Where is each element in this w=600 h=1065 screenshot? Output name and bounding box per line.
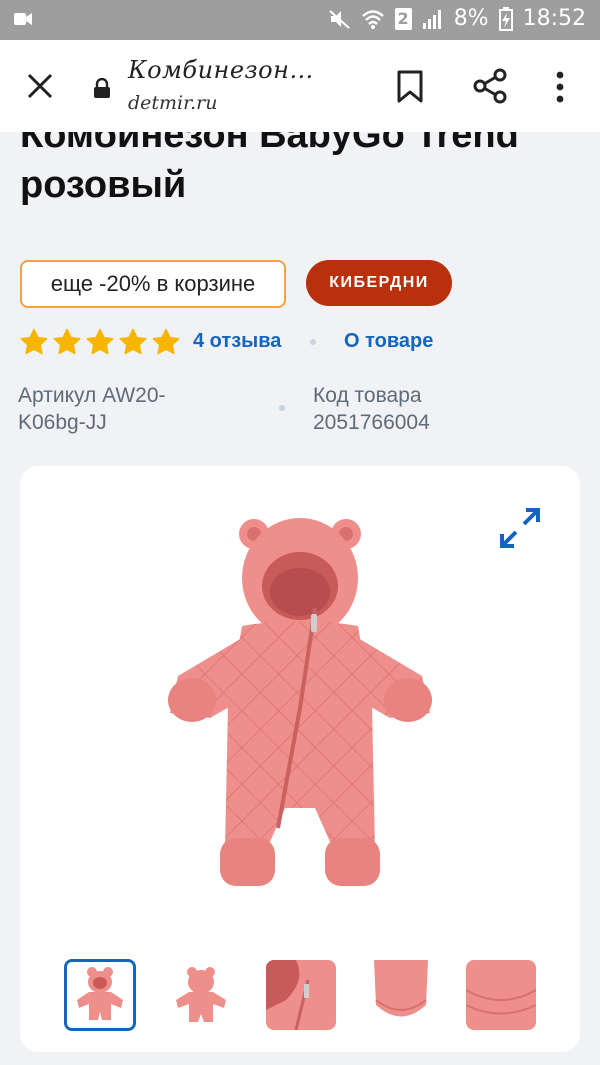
lock-icon [94,78,110,98]
thumbnail-3[interactable] [266,960,336,1030]
status-bar: 2 8% 18:52 [0,0,600,40]
wifi-icon [361,9,384,29]
bookmark-icon[interactable] [396,70,424,104]
star-icon [86,328,114,355]
thumbnail-4[interactable] [366,960,436,1030]
star-icon [119,328,147,355]
page-title[interactable]: Комбинезон… [128,56,314,84]
separator-dot [279,405,285,411]
close-icon[interactable] [24,70,56,102]
signal-icon [422,9,441,29]
clock: 18:52 [522,6,586,31]
more-vertical-icon[interactable] [553,70,567,104]
product-title: Комбинезон BabyGo Trend розовый [20,132,519,206]
battery-percent: 8% [453,6,489,31]
star-icon [152,328,180,355]
video-camera-icon [14,13,32,25]
product-gallery [20,466,580,1052]
mute-icon [328,9,350,29]
product-code: Код товара 2051766004 [313,384,430,434]
product-page: Комбинезон BabyGo Trend розовый еще -20%… [0,132,600,1065]
sim-slot-badge: 2 [394,7,412,30]
thumbnail-1[interactable] [64,959,136,1031]
separator-dot [310,339,316,345]
thumbnail-strip [64,959,544,1031]
product-photo[interactable] [150,508,450,918]
battery-icon [498,6,513,31]
about-product-link[interactable]: О товаре [344,330,433,353]
status-icons: 2 8% 18:52 [328,6,586,31]
star-icon [53,328,81,355]
share-icon[interactable] [472,68,508,104]
browser-toolbar: Комбинезон… detmir.ru [0,40,600,134]
star-icon [20,328,48,355]
rating-stars[interactable] [20,328,185,356]
reviews-link[interactable]: 4 отзыва [193,330,281,353]
page-url[interactable]: detmir.ru [128,92,218,114]
cyber-days-badge[interactable]: КИБЕРДНИ [306,260,452,306]
expand-icon[interactable] [498,506,542,550]
thumbnail-5[interactable] [466,960,536,1030]
article-number: Артикул AW20-K06bg-JJ [18,384,166,434]
promo-badge: еще -20% в корзине [20,260,286,308]
thumbnail-2[interactable] [166,960,236,1030]
